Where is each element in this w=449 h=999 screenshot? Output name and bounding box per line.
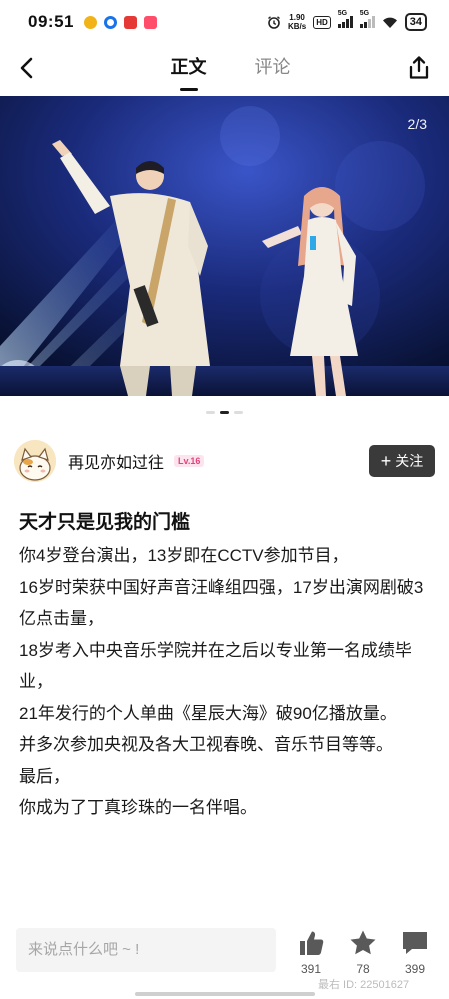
article-line: 16岁时荣获中国好声音汪峰组四强，17岁出演网剧破3亿点击量， <box>19 577 424 629</box>
star-icon <box>350 930 376 955</box>
bottom-action-bar: 来说点什么吧 ~ ! 391 78 399 最右 ID: 22501627 <box>0 918 449 999</box>
home-indicator[interactable] <box>135 992 315 996</box>
like-count: 391 <box>300 962 322 976</box>
status-time: 09:51 <box>28 12 74 31</box>
nav-bar: 正文 评论 <box>0 44 449 94</box>
app-notification-icon <box>83 15 97 29</box>
stage-photo <box>0 96 449 396</box>
favorite-count: 78 <box>356 962 370 976</box>
comment-count: 399 <box>404 962 426 976</box>
carousel-dot-active[interactable] <box>220 411 229 414</box>
thumbs-up-icon <box>300 931 324 955</box>
article-line: 并多次参加央视及各大卫视春晚、音乐节目等等。 <box>19 735 393 754</box>
plus-icon: + <box>380 451 392 471</box>
notification-icons <box>83 15 157 29</box>
share-icon <box>409 56 429 79</box>
net-speed-unit: KB/s <box>287 22 307 31</box>
article-line: 最后， <box>19 766 70 786</box>
app-notification-icon <box>103 15 117 29</box>
battery-indicator: 34 <box>404 13 427 31</box>
level-badge: Lv.16 <box>174 455 205 467</box>
article-line: 你成为了丁真珍珠的一名伴唱。 <box>19 798 257 817</box>
article-line: 21年发行的个人单曲《星辰大海》破90亿播放量。 <box>19 703 397 723</box>
article-line: 18岁考入中央音乐学院并在之后以专业第一名成绩毕业， <box>19 640 412 692</box>
signal-label: 5G <box>359 10 370 17</box>
author-name[interactable]: 再见亦如过往 <box>68 449 164 473</box>
tab-main-text[interactable]: 正文 <box>171 44 207 94</box>
network-speed: 1.90 KB/s <box>288 13 306 31</box>
follow-button[interactable]: + 关注 <box>369 445 435 477</box>
signal-icon: 5G <box>337 10 353 28</box>
app-notification-icon <box>123 15 137 29</box>
cat-avatar-icon <box>14 440 56 482</box>
carousel-dots <box>0 411 449 414</box>
carousel-dot[interactable] <box>206 411 215 414</box>
share-button[interactable] <box>405 54 433 82</box>
avatar[interactable] <box>14 440 56 482</box>
app-notification-icon <box>143 15 157 29</box>
article-line: 你4岁登台演出，13岁即在CCTV参加节目， <box>19 546 349 565</box>
tab-comments[interactable]: 评论 <box>255 44 291 94</box>
signal-icon: 5G <box>359 10 375 28</box>
like-button[interactable]: 391 <box>291 928 331 976</box>
article: 天才只是见我的门槛 你4岁登台演出，13岁即在CCTV参加节目， 16岁时荣获中… <box>19 508 433 824</box>
status-bar: 09:51 1.90 KB/s HD 5G 5G 34 <box>0 0 449 44</box>
watermark: 最右 ID: 22501627 <box>318 979 410 991</box>
comment-button[interactable]: 399 <box>395 928 435 976</box>
article-title: 天才只是见我的门槛 <box>19 512 191 533</box>
hd-badge: HD <box>313 15 331 29</box>
carousel-dot[interactable] <box>234 411 243 414</box>
image-carousel[interactable]: 2/3 <box>0 96 449 396</box>
author-row: 再见亦如过往 Lv.16 + 关注 <box>14 438 435 484</box>
net-speed-value: 1.90 <box>289 13 305 22</box>
alarm-icon <box>267 16 280 29</box>
favorite-button[interactable]: 78 <box>343 928 383 976</box>
comment-bubble-icon <box>403 932 427 954</box>
comment-input[interactable]: 来说点什么吧 ~ ! <box>16 928 276 972</box>
nav-tabs: 正文 评论 <box>0 44 449 94</box>
article-body: 你4岁登台演出，13岁即在CCTV参加节目， 16岁时荣获中国好声音汪峰组四强，… <box>19 540 433 824</box>
status-right: 1.90 KB/s HD 5G 5G 34 <box>267 10 427 31</box>
follow-label: 关注 <box>395 453 424 469</box>
wifi-icon <box>382 17 397 28</box>
signal-label: 5G <box>337 10 348 17</box>
page-indicator: 2/3 <box>407 116 427 132</box>
